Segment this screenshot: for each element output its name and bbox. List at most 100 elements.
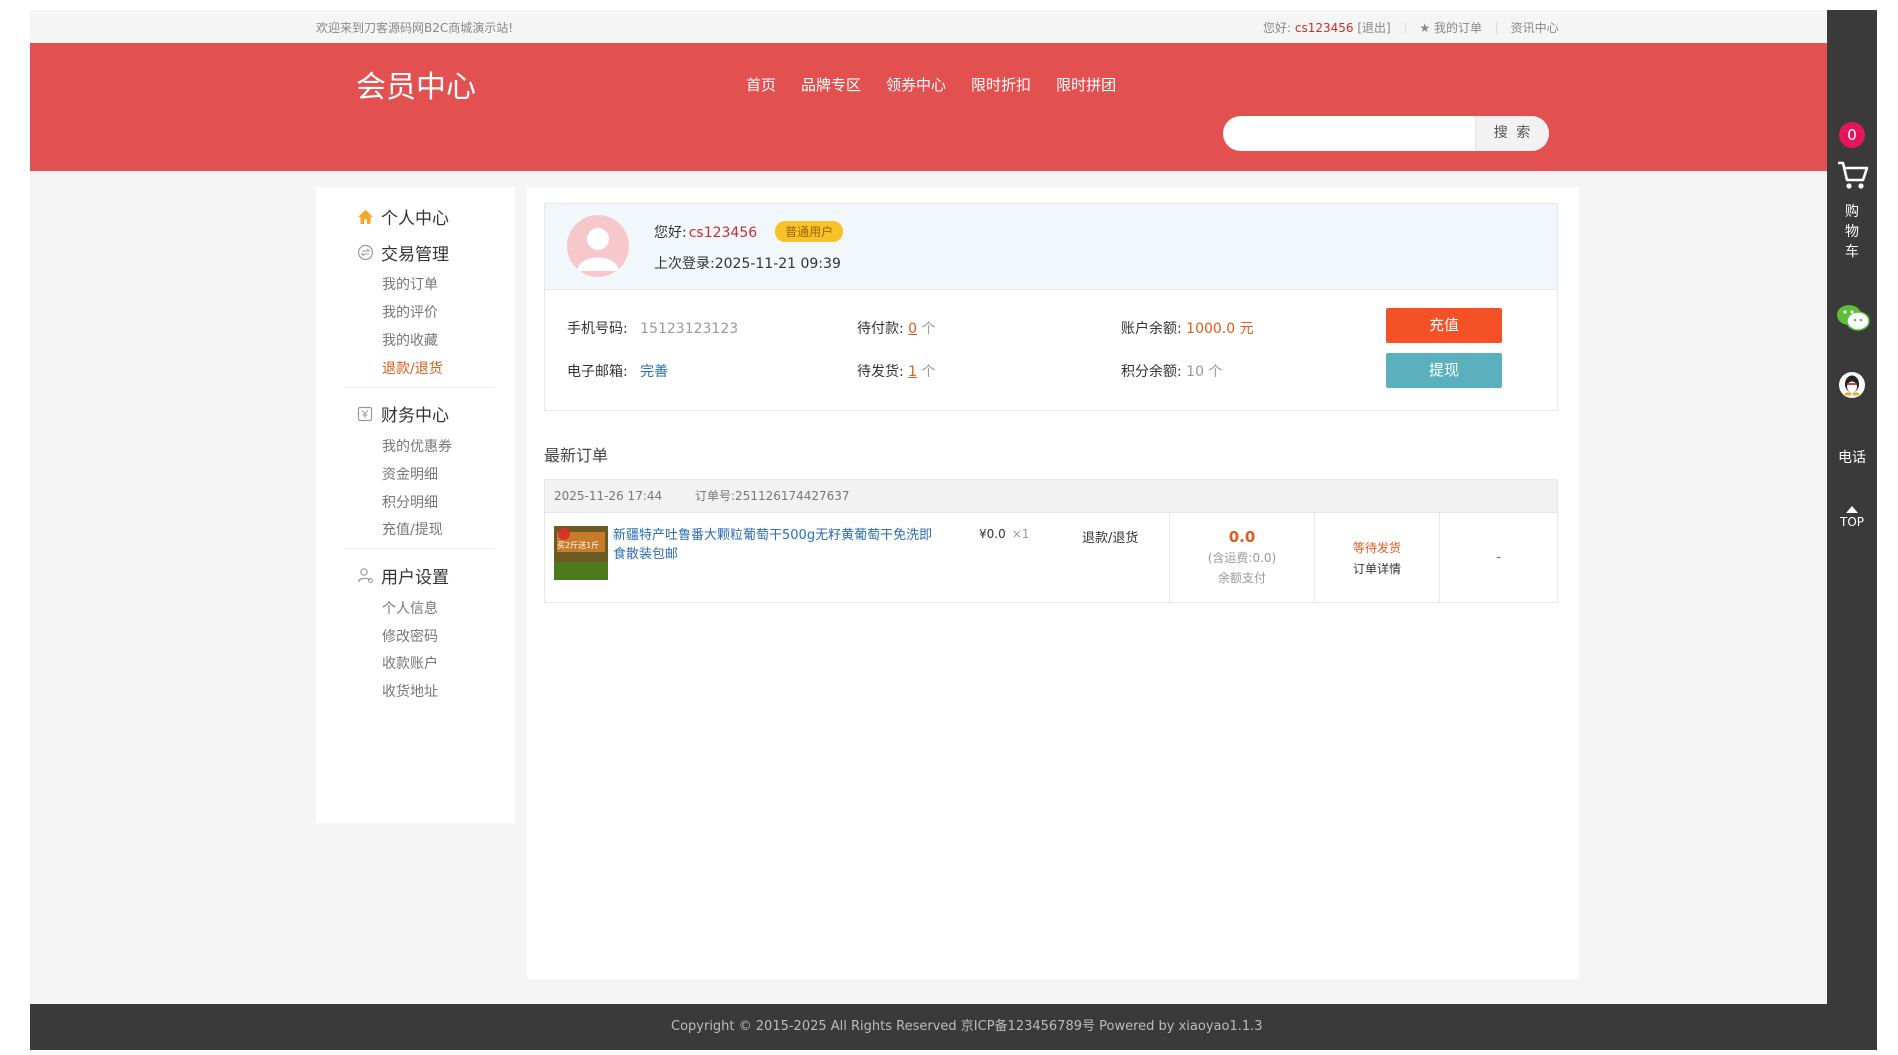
phone-contact[interactable]: 电话	[1827, 447, 1877, 467]
order-card: 2025-11-26 17:44 订单号:251126174427637 买2斤…	[544, 479, 1558, 603]
main-nav: 首页 品牌专区 领券中心 限时折扣 限时拼团	[746, 74, 1116, 95]
greeting-label: 您好:	[1263, 21, 1292, 35]
search-box: 搜 索	[1223, 116, 1549, 151]
avatar[interactable]	[567, 215, 629, 277]
count-unit: 个	[921, 321, 936, 337]
sidebar-item-refunds[interactable]: 退款/退货	[382, 358, 443, 378]
news-center-link[interactable]: 资讯中心	[1511, 21, 1559, 35]
divider	[1495, 22, 1497, 34]
unit-price: ¥0.0	[979, 527, 1006, 541]
status-badge: 等待发货	[1352, 541, 1401, 555]
pending-shipment-row: 待发货: 1 个	[857, 361, 936, 381]
member-level-badge: 普通用户	[775, 221, 844, 242]
order-header: 2025-11-26 17:44 订单号:251126174427637	[545, 480, 1557, 513]
top-bar-user-area: 您好: cs123456 [退出] ★ 我的订单 资讯中心	[1263, 19, 1559, 36]
sidebar-item-recharge-withdraw[interactable]: 充值/提现	[382, 519, 443, 539]
cart-label[interactable]: 购物车	[1844, 202, 1860, 262]
main-content: 您好: cs123456 普通用户 上次登录:2025-11-21 09:39 手机…	[527, 187, 1579, 979]
profile-username: cs123456	[688, 225, 758, 241]
greeting-label: 您好:	[654, 225, 687, 241]
welcome-text: 欢迎来到刀客源码网B2C商城演示站!	[316, 21, 514, 35]
pending-shipment-count[interactable]: 1	[908, 364, 917, 380]
cart-icon[interactable]	[1836, 158, 1870, 192]
order-total: 0.0 (含运费:0.0) 余额支付	[1170, 528, 1314, 586]
balance-value: 1000.0 元	[1186, 321, 1254, 337]
qq-icon[interactable]	[1838, 371, 1866, 399]
product-thumbnail[interactable]: 买2斤送1斤	[554, 526, 608, 580]
top-username-link[interactable]: cs123456	[1295, 21, 1354, 35]
phone-label: 手机号码:	[567, 321, 628, 337]
divider	[344, 548, 494, 549]
sidebar-section-label: 个人中心	[381, 209, 449, 229]
points-label: 积分余额:	[1121, 364, 1182, 380]
order-extra: -	[1496, 550, 1501, 565]
page: 欢迎来到刀客源码网B2C商城演示站! 您好: cs123456 [退出] ★ 我…	[30, 10, 1877, 1050]
pending-payment-count[interactable]: 0	[908, 321, 917, 337]
wechat-icon[interactable]	[1835, 302, 1871, 334]
order-time: 2025-11-26 17:44	[554, 489, 663, 503]
thumb-caption: 买2斤送1斤	[557, 541, 600, 550]
footer: Copyright © 2015-2025 All Rights Reserve…	[30, 1004, 1827, 1050]
sidebar-item-payee-account[interactable]: 收款账户	[382, 653, 438, 673]
sidebar-item-my-orders[interactable]: 我的订单	[382, 274, 438, 294]
divider	[1404, 22, 1406, 34]
points-value: 10 个	[1186, 364, 1223, 380]
email-label: 电子邮箱:	[567, 364, 628, 380]
nav-coupons[interactable]: 领券中心	[886, 74, 946, 95]
complete-email-link[interactable]: 完善	[640, 364, 668, 380]
logout-link[interactable]: [退出]	[1357, 21, 1390, 35]
nav-brands[interactable]: 品牌专区	[801, 74, 861, 95]
profile-header: 您好: cs123456 普通用户 上次登录:2025-11-21 09:39	[545, 204, 1557, 290]
nav-flash-discount[interactable]: 限时折扣	[971, 74, 1031, 95]
sidebar-trade-section: 交易管理	[356, 240, 449, 265]
greeting-line: 您好: cs123456 普通用户	[654, 221, 844, 242]
email-row: 电子邮箱: 完善	[567, 361, 668, 381]
sidebar-item-change-password[interactable]: 修改密码	[382, 626, 438, 646]
sidebar: 个人中心 交易管理 我的订单 我的评价 我的收藏 退款/退货 财务中心 我的优惠…	[316, 187, 515, 823]
recharge-button[interactable]: 充值	[1386, 308, 1502, 343]
quantity: ×1	[1011, 527, 1030, 541]
sidebar-personal-center[interactable]: 个人中心	[356, 204, 449, 229]
back-to-top-button[interactable]: TOP	[1827, 506, 1877, 529]
latest-orders-title: 最新订单	[544, 446, 609, 465]
divider	[344, 387, 494, 388]
pending-payment-row: 待付款: 0 个	[857, 318, 936, 338]
sidebar-item-my-reviews[interactable]: 我的评价	[382, 302, 438, 322]
shipping-fee: (含运费:0.0)	[1207, 551, 1277, 565]
back-to-top-label: TOP	[1839, 515, 1864, 529]
nav-group-buy[interactable]: 限时拼团	[1056, 74, 1116, 95]
sidebar-item-my-favorites[interactable]: 我的收藏	[382, 330, 438, 350]
order-detail-link[interactable]: 订单详情	[1353, 562, 1401, 576]
right-toolbar: 0 购物车 电话 TOP	[1827, 10, 1877, 1050]
cart-count-badge: 0	[1839, 122, 1865, 148]
my-orders-link[interactable]: 我的订单	[1434, 21, 1482, 35]
sidebar-item-fund-details[interactable]: 资金明细	[382, 464, 438, 484]
search-button[interactable]: 搜 索	[1475, 116, 1549, 151]
withdraw-button[interactable]: 提现	[1386, 353, 1502, 388]
copyright-text: Copyright © 2015-2025 All Rights Reserve…	[671, 1019, 1263, 1034]
sidebar-user-settings-section: 用户设置	[356, 563, 449, 588]
search-input[interactable]	[1223, 116, 1475, 151]
sidebar-item-shipping-address[interactable]: 收货地址	[382, 681, 438, 701]
total-amount: 0.0	[1228, 528, 1256, 546]
sidebar-finance-section: 财务中心	[356, 401, 449, 426]
pending-payment-label: 待付款:	[857, 321, 904, 337]
home-icon	[356, 208, 374, 226]
brand-title[interactable]: 会员中心	[356, 62, 476, 106]
exchange-icon	[356, 244, 374, 262]
points-row: 积分余额: 10 个	[1121, 361, 1222, 381]
sidebar-item-personal-info[interactable]: 个人信息	[382, 598, 438, 618]
order-price: ¥0.0 ×1	[979, 527, 1029, 541]
star-icon: ★	[1419, 21, 1431, 35]
balance-label: 账户余额:	[1121, 321, 1182, 337]
sidebar-section-label: 用户设置	[381, 568, 449, 588]
sidebar-item-my-coupons[interactable]: 我的优惠券	[382, 436, 452, 456]
sidebar-item-points-details[interactable]: 积分明细	[382, 492, 438, 512]
product-name-link[interactable]: 新疆特产吐鲁番大颗粒葡萄干500g无籽黄葡萄干免洗即食散装包邮	[613, 526, 943, 564]
arrow-up-icon	[1846, 506, 1858, 513]
refund-link[interactable]: 退款/退货	[1082, 527, 1138, 546]
user-settings-icon	[356, 567, 374, 585]
nav-home[interactable]: 首页	[746, 74, 776, 95]
order-status: 等待发货 订单详情	[1315, 538, 1439, 580]
payment-method: 余额支付	[1217, 571, 1266, 585]
